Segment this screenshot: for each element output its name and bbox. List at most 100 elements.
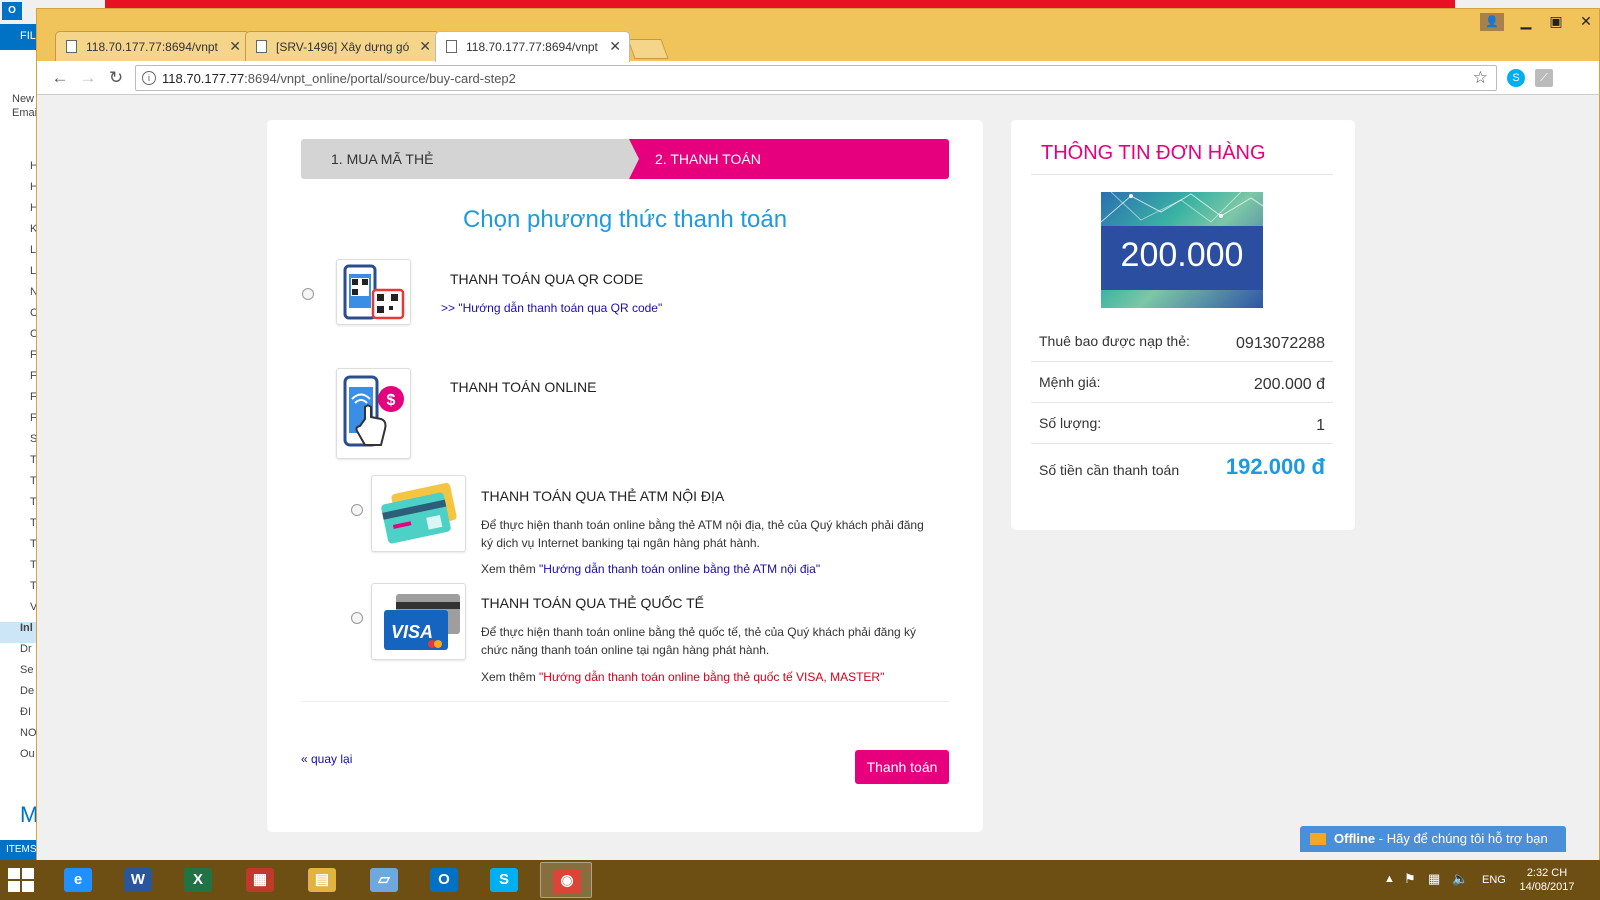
outlook-folder-item[interactable]: C [0, 307, 37, 328]
taskbar-excel-button[interactable]: X [172, 862, 224, 898]
tray-network-icon[interactable]: ▦ [1428, 871, 1440, 887]
profile-icon[interactable]: 👤 [1480, 13, 1504, 31]
minimize-icon[interactable]: ▁ [1511, 13, 1541, 30]
outlook-folder-item[interactable]: L [0, 244, 37, 265]
outlook-folder-item[interactable]: T [0, 559, 37, 580]
order-row-denomination: Mệnh giá: 200.000 đ [1031, 362, 1333, 403]
outlook-folder-item[interactable]: NO [0, 727, 37, 748]
close-icon[interactable]: ✕ [609, 38, 621, 55]
outlook-folder-item[interactable]: Ou [0, 748, 37, 769]
outlook-folder-item[interactable]: F [0, 412, 37, 433]
excel-icon: X [184, 868, 212, 892]
outlook-folder-item[interactable]: Dr [0, 643, 37, 664]
radio-qr-code[interactable] [302, 288, 314, 300]
radio-international-card[interactable] [351, 612, 363, 624]
pdf-extension-icon[interactable]: ⟋ [1535, 69, 1553, 87]
outlook-file-tab[interactable]: FIL [0, 24, 38, 50]
close-icon[interactable]: ✕ [419, 38, 431, 55]
outlook-folder-item[interactable]: T [0, 538, 37, 559]
tray-clock[interactable]: 2:32 CH 14/08/2017 [1512, 866, 1582, 894]
tab-vnpt-1[interactable]: 118.70.177.77:8694/vnpt ✕ [55, 31, 250, 61]
bug-icon [256, 40, 267, 53]
tray-up-arrow-icon[interactable]: ▲ [1384, 873, 1395, 885]
new-tab-button[interactable] [627, 39, 669, 59]
order-row-total: Số tiền cần thanh toán 192.000 đ [1031, 444, 1333, 500]
taskbar-word-button[interactable]: W [112, 862, 164, 898]
info-icon[interactable]: i [142, 71, 156, 85]
tab-title: 118.70.177.77:8694/vnpt [86, 40, 218, 54]
order-row-label: Số tiền cần thanh toán [1039, 462, 1180, 478]
prepaid-card-image: 200.000 [1101, 192, 1263, 308]
taskbar-network-tool-button[interactable]: ▦ [234, 862, 286, 898]
online-option-title: THANH TOÁN ONLINE [450, 379, 597, 395]
order-row-value: 1 [1316, 417, 1325, 434]
visa-card-icon: VISA [384, 594, 460, 650]
phone-touch-dollar-icon: $ [343, 375, 404, 447]
outlook-folder-item[interactable]: Inl [0, 622, 37, 643]
outlook-folder-item[interactable]: C [0, 328, 37, 349]
tab-vnpt-active[interactable]: 118.70.177.77:8694/vnpt ✕ [435, 31, 630, 62]
taskbar-internet-explorer-button[interactable]: e [52, 862, 104, 898]
taskbar-outlook-button[interactable]: O [418, 862, 470, 898]
order-info-title: THÔNG TIN ĐƠN HÀNG [1041, 142, 1266, 164]
taskbar-chrome-button[interactable]: ◉ [540, 862, 592, 898]
qr-guide-link[interactable]: >> "Hướng dẫn thanh toán qua QR code" [441, 301, 662, 315]
outlook-folder-item[interactable]: T [0, 580, 37, 601]
tray-volume-icon[interactable]: 🔈 [1452, 871, 1468, 887]
pay-button[interactable]: Thanh toán [855, 750, 949, 784]
outlook-folder-item[interactable]: Se [0, 664, 37, 685]
chat-message: - Hãy để chúng tôi hỗ trợ bạn [1375, 831, 1548, 846]
reload-icon[interactable]: ↻ [105, 67, 127, 89]
skype-extension-icon[interactable]: S [1507, 69, 1525, 87]
divider [301, 701, 949, 702]
taskbar-skype-button[interactable]: S [478, 862, 530, 898]
outlook-folder-item[interactable]: T [0, 496, 37, 517]
forward-arrow-icon[interactable]: → [77, 67, 99, 89]
atm-guide-link[interactable]: "Hướng dẫn thanh toán online bằng thẻ AT… [539, 562, 820, 576]
tray-flag-icon[interactable]: ⚑ [1404, 871, 1416, 887]
outlook-new-email-button[interactable]: New Emai [0, 50, 37, 160]
tray-language[interactable]: ENG [1482, 874, 1506, 886]
close-icon[interactable]: ✕ [229, 38, 241, 55]
visa-card-image: VISA [371, 583, 466, 660]
outlook-folder-item[interactable]: K [0, 223, 37, 244]
outlook-items-status: ITEMS [0, 840, 38, 860]
taskbar-file-explorer-button[interactable]: ▤ [296, 862, 348, 898]
order-row-quantity: Số lượng: 1 [1031, 403, 1333, 444]
outlook-folder-item[interactable]: T [0, 475, 37, 496]
outlook-folder-item[interactable]: F [0, 370, 37, 391]
outlook-folder-item[interactable]: T [0, 454, 37, 475]
outlook-folder-item[interactable]: F [0, 349, 37, 370]
back-link[interactable]: « quay lại [301, 752, 352, 766]
order-info-panel: THÔNG TIN ĐƠN HÀNG 200.000 Thuê bao được… [1011, 120, 1355, 530]
address-bar[interactable]: i 118.70.177.77:8694/vnpt_online/portal/… [135, 65, 1497, 91]
online-payment-image: $ [336, 368, 411, 459]
divider [1031, 174, 1333, 175]
outlook-folder-item[interactable]: H [0, 181, 37, 202]
outlook-folder-item[interactable]: F [0, 391, 37, 412]
back-arrow-icon[interactable]: ← [49, 67, 71, 89]
payment-panel: 1. MUA MÃ THẺ 2. THANH TOÁN Chọn phương … [267, 120, 983, 832]
windows-start-icon[interactable] [8, 868, 36, 892]
outlook-folder-item[interactable]: N [0, 286, 37, 307]
star-icon[interactable]: ☆ [1473, 68, 1488, 88]
radio-atm-card[interactable] [351, 504, 363, 516]
international-guide-link[interactable]: "Hướng dẫn thanh toán online bằng thẻ qu… [539, 670, 884, 684]
step-payment: 2. THANH TOÁN [629, 139, 949, 179]
outlook-folder-item[interactable]: ĐI [0, 706, 37, 727]
taskbar-notepad-button[interactable]: ▱ [358, 862, 410, 898]
outlook-folder-item[interactable]: H [0, 202, 37, 223]
outlook-icon: O [430, 868, 458, 892]
outlook-folder-item[interactable]: V [0, 601, 37, 622]
tab-title: 118.70.177.77:8694/vnpt [466, 40, 598, 54]
tab-srv-1496[interactable]: [SRV-1496] Xây dựng gó ✕ [245, 31, 440, 61]
outlook-folder-item[interactable]: S [0, 433, 37, 454]
order-row-label: Thuê bao được nạp thẻ: [1039, 333, 1190, 349]
outlook-folder-item[interactable]: L [0, 265, 37, 286]
outlook-folder-item[interactable]: T [0, 517, 37, 538]
support-chat-widget[interactable]: Offline - Hãy để chúng tôi hỗ trợ bạn [1300, 826, 1566, 852]
outlook-folder-item[interactable]: H [0, 160, 37, 181]
maximize-icon[interactable]: ▣ [1541, 13, 1571, 30]
outlook-folder-item[interactable]: De [0, 685, 37, 706]
window-close-icon[interactable]: ✕ [1571, 13, 1600, 30]
